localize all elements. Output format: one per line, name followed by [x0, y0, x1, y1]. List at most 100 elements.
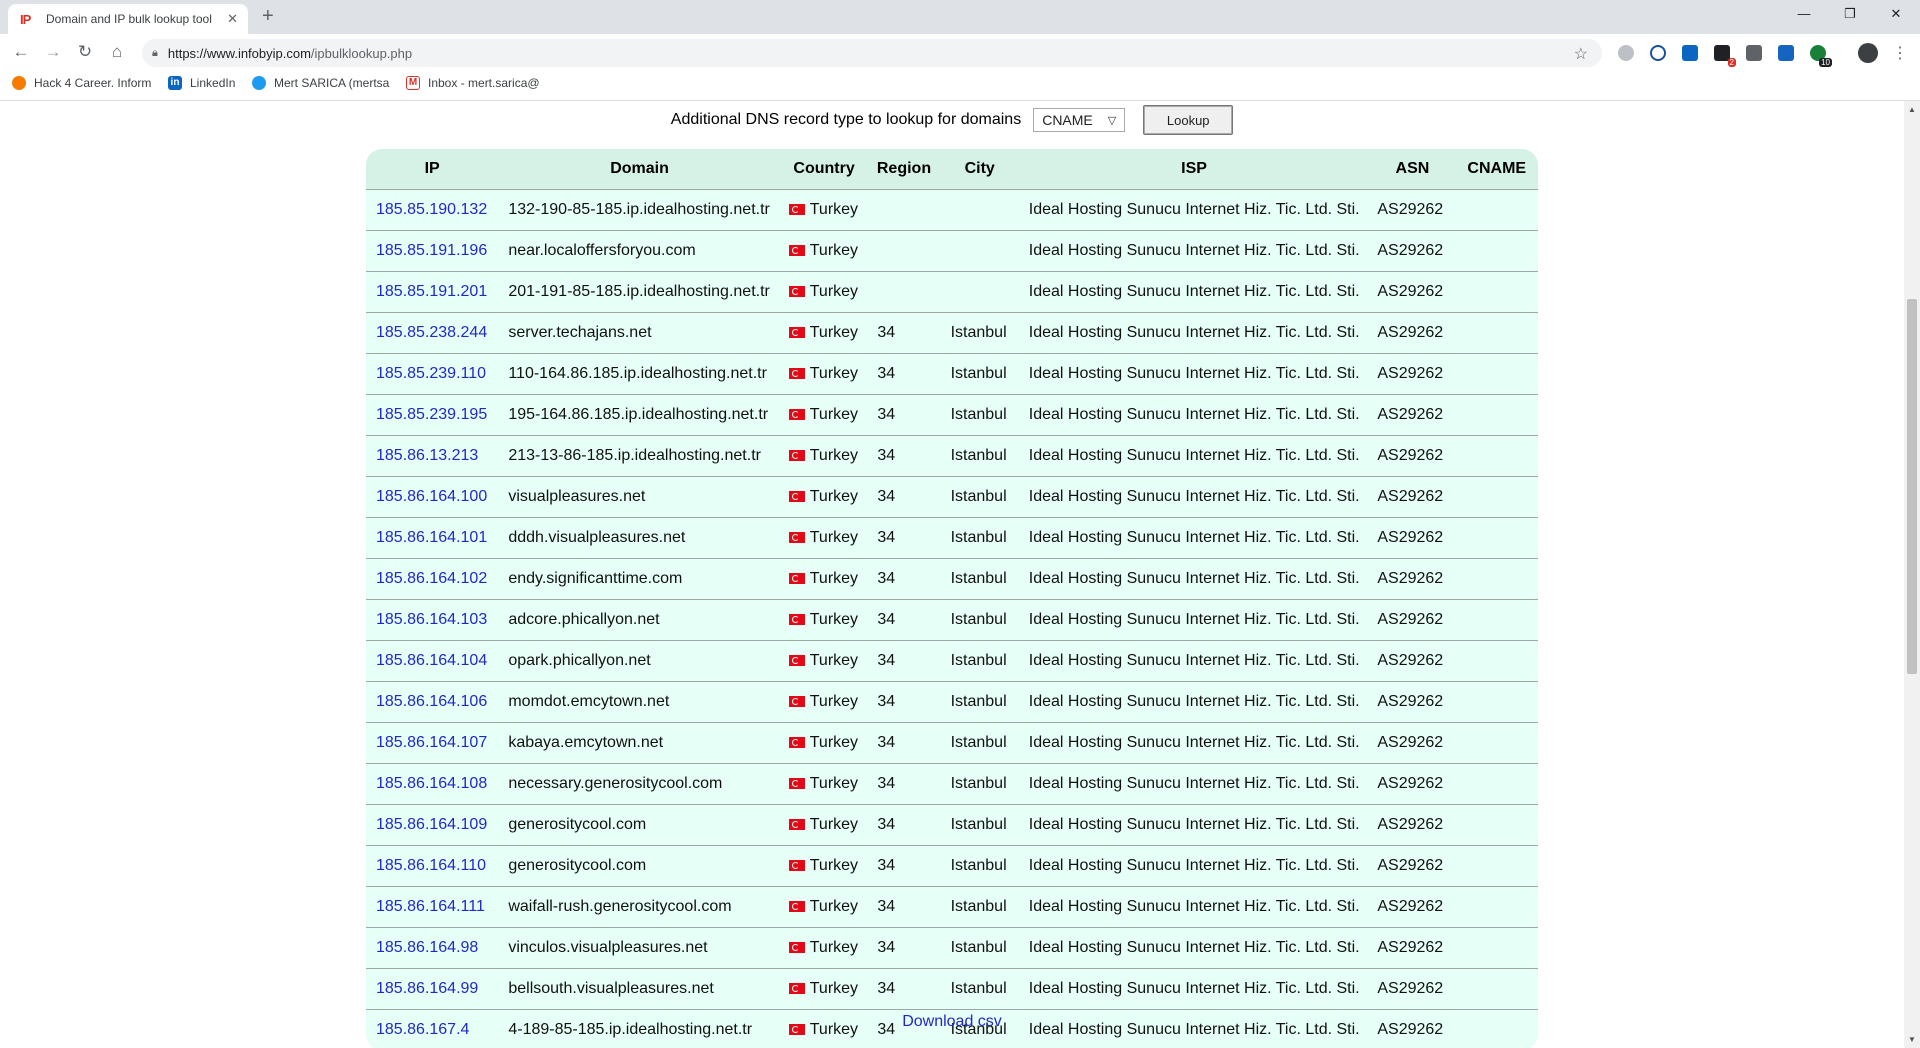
- ip-link[interactable]: 185.86.164.108: [376, 775, 487, 792]
- bookmark-gmail[interactable]: M Inbox - mert.sarica@: [406, 76, 540, 90]
- lookup-button[interactable]: Lookup: [1143, 105, 1234, 135]
- table-row: 185.86.164.100 visualpleasures.net Turkey 3…: [366, 476, 1538, 518]
- country-cell: Turkey: [780, 435, 868, 477]
- cname-cell: [1455, 640, 1538, 682]
- ip-link[interactable]: 185.85.190.132: [376, 201, 487, 218]
- ip-link[interactable]: 185.86.164.100: [376, 488, 487, 505]
- ip-link[interactable]: 185.86.164.99: [376, 980, 478, 997]
- ip-cell: 185.86.164.110: [366, 845, 499, 887]
- region-cell: 34: [867, 886, 941, 928]
- scroll-up-icon[interactable]: ▲: [1908, 105, 1916, 114]
- turkey-flag-icon: [788, 942, 805, 953]
- page-scrollbar[interactable]: ▲ ▼: [1904, 101, 1920, 1048]
- ip-link[interactable]: 185.86.164.103: [376, 611, 487, 628]
- asn-cell: AS29262: [1369, 435, 1456, 477]
- ip-link[interactable]: 185.86.164.101: [376, 529, 487, 546]
- extension-linkedin-icon[interactable]: [1682, 45, 1698, 61]
- linkedin-icon: in: [168, 76, 182, 90]
- ip-link[interactable]: 185.86.164.102: [376, 570, 487, 587]
- ip-link[interactable]: 185.85.238.244: [376, 324, 487, 341]
- turkey-flag-icon: [788, 901, 805, 912]
- isp-cell: Ideal Hosting Sunucu Internet Hiz. Tic. …: [1018, 681, 1370, 723]
- table-row: 185.86.164.106 momdot.emcytown.net Turkey 3…: [366, 681, 1538, 723]
- minimize-icon[interactable]: —: [1792, 6, 1816, 21]
- scrollbar-thumb[interactable]: [1907, 299, 1917, 674]
- extension-send-icon[interactable]: [1778, 45, 1794, 61]
- browser-tab[interactable]: IP Domain and IP bulk lookup tool ✕: [8, 4, 248, 34]
- extension-counter-icon[interactable]: 10: [1810, 45, 1832, 67]
- isp-cell: Ideal Hosting Sunucu Internet Hiz. Tic. …: [1018, 763, 1370, 805]
- ip-cell: 185.85.190.132: [366, 189, 499, 231]
- country-name: Turkey: [809, 201, 859, 218]
- country-cell: Turkey: [780, 230, 868, 272]
- country-name: Turkey: [809, 652, 859, 669]
- ip-link[interactable]: 185.86.164.110: [376, 857, 486, 874]
- cname-cell: [1455, 271, 1538, 313]
- close-tab-icon[interactable]: ✕: [227, 11, 238, 27]
- ip-link[interactable]: 185.86.164.107: [376, 734, 487, 751]
- country-cell: Turkey: [780, 886, 868, 928]
- ip-link[interactable]: 185.85.239.110: [376, 365, 486, 382]
- ip-link[interactable]: 185.86.164.104: [376, 652, 487, 669]
- browser-toolbar: ← → ↻ ⌂ 🔒︎ https://www.infobyip.com/ipbu…: [0, 34, 1920, 70]
- ip-link[interactable]: 185.86.164.106: [376, 693, 487, 710]
- asn-cell: AS29262: [1369, 353, 1456, 395]
- bookmark-star-icon[interactable]: ☆: [1574, 44, 1588, 64]
- cname-cell: [1455, 968, 1538, 1010]
- asn-cell: AS29262: [1369, 722, 1456, 764]
- menu-kebab-icon[interactable]: ⋮: [1892, 43, 1908, 63]
- new-tab-icon[interactable]: +: [262, 5, 274, 28]
- cname-cell: [1455, 394, 1538, 436]
- reload-icon[interactable]: ↻: [74, 42, 96, 62]
- ip-link[interactable]: 185.86.164.111: [376, 898, 485, 915]
- city-cell: Istanbul: [940, 476, 1019, 518]
- extension-badge-icon[interactable]: 2: [1714, 45, 1736, 67]
- isp-cell: Ideal Hosting Sunucu Internet Hiz. Tic. …: [1018, 189, 1370, 231]
- asn-cell: AS29262: [1369, 312, 1456, 354]
- isp-cell: Ideal Hosting Sunucu Internet Hiz. Tic. …: [1018, 353, 1370, 395]
- ip-link[interactable]: 185.85.191.196: [376, 242, 487, 259]
- city-cell: Istanbul: [940, 517, 1019, 559]
- turkey-flag-icon: [788, 737, 805, 748]
- ip-link[interactable]: 185.85.239.195: [376, 406, 487, 423]
- turkey-flag-icon: [788, 368, 805, 379]
- ip-link[interactable]: 185.86.164.98: [376, 939, 478, 956]
- asn-cell: AS29262: [1369, 804, 1456, 846]
- dns-record-select[interactable]: CNAME ▽: [1033, 108, 1126, 132]
- extension-globe-icon[interactable]: [1618, 45, 1634, 61]
- bookmark-twitter[interactable]: Mert SARICA (mertsa: [252, 76, 389, 90]
- bookmark-hack4career[interactable]: Hack 4 Career. Inform: [12, 76, 151, 90]
- country-name: Turkey: [809, 693, 859, 710]
- tab-title: Domain and IP bulk lookup tool: [46, 12, 212, 26]
- scroll-down-icon[interactable]: ▼: [1908, 1035, 1916, 1044]
- home-icon[interactable]: ⌂: [106, 42, 128, 62]
- city-cell: Istanbul: [940, 763, 1019, 805]
- region-cell: 34: [867, 353, 941, 395]
- asn-cell: AS29262: [1369, 517, 1456, 559]
- country-cell: Turkey: [780, 681, 868, 723]
- turkey-flag-icon: [788, 245, 805, 256]
- extension-save-icon[interactable]: [1746, 45, 1762, 61]
- back-icon[interactable]: ←: [10, 42, 32, 62]
- profile-avatar[interactable]: [1858, 43, 1878, 63]
- domain-cell: adcore.phicallyon.net: [498, 599, 781, 641]
- ip-link[interactable]: 185.86.164.109: [376, 816, 487, 833]
- ip-link[interactable]: 185.86.13.213: [376, 447, 478, 464]
- close-window-icon[interactable]: ✕: [1884, 6, 1908, 22]
- address-bar[interactable]: 🔒︎ https://www.infobyip.com/ipbulklookup…: [142, 39, 1602, 67]
- header-country: Country: [780, 149, 868, 190]
- bookmark-linkedin[interactable]: in LinkedIn: [168, 76, 235, 90]
- asn-cell: AS29262: [1369, 476, 1456, 518]
- ip-link[interactable]: 185.85.191.201: [376, 283, 487, 300]
- turkey-flag-icon: [788, 327, 805, 338]
- header-asn: ASN: [1369, 149, 1456, 190]
- header-region: Region: [867, 149, 941, 190]
- bookmarks-bar: Hack 4 Career. Inform in LinkedIn Mert S…: [0, 70, 1920, 101]
- ip-cell: 185.86.164.106: [366, 681, 499, 723]
- forward-icon[interactable]: →: [42, 42, 64, 62]
- country-cell: Turkey: [780, 517, 868, 559]
- turkey-flag-icon: [788, 983, 805, 994]
- restore-icon[interactable]: ❐: [1838, 6, 1862, 22]
- extension-block-icon[interactable]: [1650, 45, 1666, 61]
- download-csv-link[interactable]: Download csv: [902, 1013, 1002, 1030]
